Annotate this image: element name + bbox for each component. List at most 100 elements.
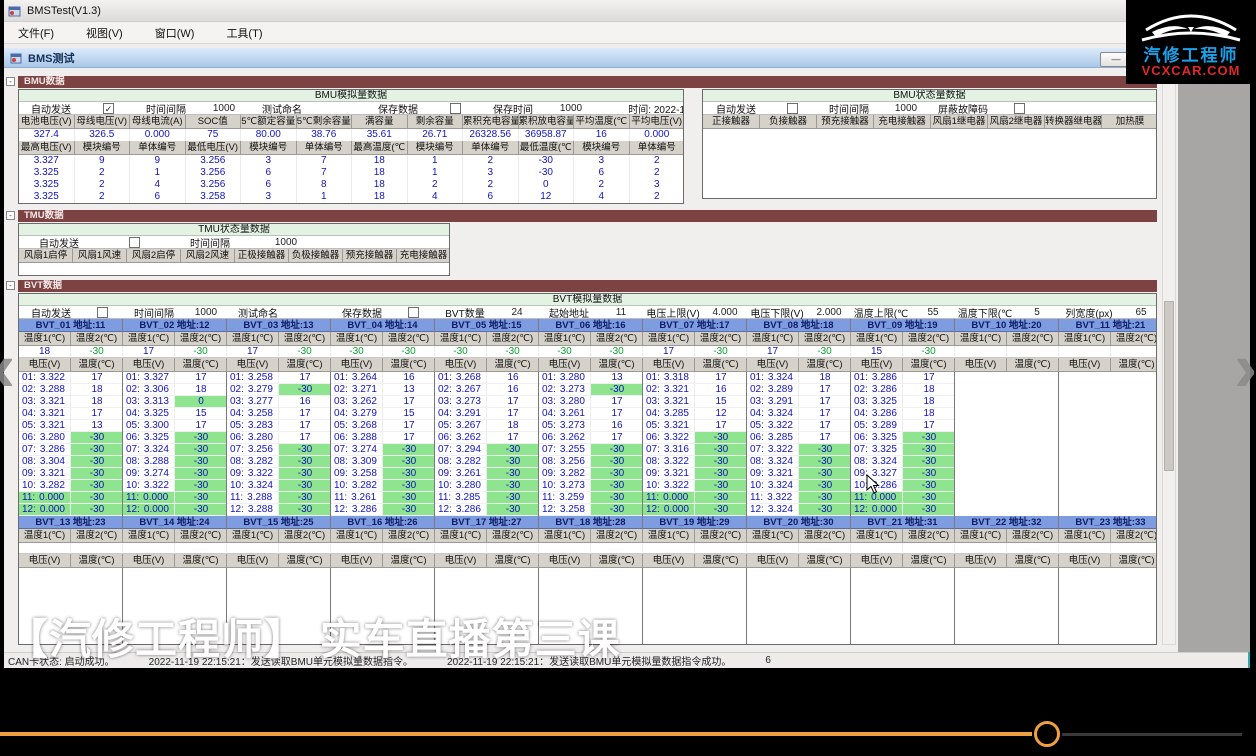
control-value[interactable]: 1000: [250, 237, 322, 248]
collapse-icon[interactable]: -: [6, 77, 15, 86]
bvt-column-header[interactable]: BVT_15 地址:25: [227, 516, 330, 529]
column-header: 电压(V): [643, 358, 695, 372]
bvt-column-header[interactable]: BVT_13 地址:23: [19, 516, 122, 529]
voltage-cell: 07:3.324: [123, 444, 175, 455]
bvt-column-header[interactable]: BVT_11 地址:21: [1059, 319, 1156, 332]
checkbox-checked[interactable]: ✓: [103, 103, 114, 114]
temp-cell: 17: [695, 420, 746, 431]
control-value[interactable]: 11: [601, 307, 641, 318]
bvt-column-header[interactable]: BVT_19 地址:29: [643, 516, 746, 529]
temp-cell: -30: [71, 504, 122, 515]
table-row: 09:3.321-30: [643, 468, 746, 480]
column-header: 电压(V): [435, 554, 487, 568]
column-header: 转换器继电器: [1045, 115, 1102, 129]
value-cell: 18: [352, 179, 408, 191]
checkbox[interactable]: [97, 307, 108, 318]
bmu-status-table: BMU状态量数据 自动发送时间间隔1000屏蔽故障码 正接触器负接触器预充接触器…: [702, 89, 1157, 199]
bvt-column-header[interactable]: BVT_02 地址:12: [123, 319, 226, 332]
vertical-scrollbar[interactable]: [1162, 76, 1176, 645]
menu-window[interactable]: 窗口(W): [151, 23, 199, 43]
temp-cell: -30: [383, 456, 434, 467]
voltage-value: 3.274: [144, 468, 169, 479]
column-header: 加热膜: [1102, 115, 1157, 129]
bvt-temp-summary-row: [643, 543, 746, 554]
table-row: 10:3.322-30: [123, 480, 226, 492]
bvt-column-header[interactable]: BVT_18 地址:28: [539, 516, 642, 529]
tmu-panel-header[interactable]: TMU数据: [18, 210, 1157, 222]
collapse-icon[interactable]: -: [6, 211, 15, 220]
control-value[interactable]: 55: [913, 307, 953, 318]
column-header: 温度1(℃): [227, 529, 279, 543]
column-header: 模块编号: [408, 141, 464, 155]
voltage-cell: 06:3.322: [643, 432, 695, 443]
menu-tools[interactable]: 工具(T): [222, 23, 266, 43]
progress-bar-filled[interactable]: [0, 732, 1032, 736]
column-header: 电压(V): [955, 554, 1007, 568]
chevron-right-icon[interactable]: ›: [1234, 332, 1256, 402]
table-row: 11:3.259-30: [539, 492, 642, 504]
checkbox[interactable]: [408, 307, 419, 318]
bvt-column-header[interactable]: BVT_08 地址:18: [747, 319, 850, 332]
chevron-left-icon[interactable]: ‹: [0, 332, 15, 402]
bvt-column-header[interactable]: BVT_20 地址:30: [747, 516, 850, 529]
bvt-temp-summary-row: [955, 346, 1058, 358]
scrollbar-thumb[interactable]: [1164, 301, 1174, 471]
checkbox[interactable]: [129, 237, 140, 248]
control-value[interactable]: 1000: [882, 103, 930, 114]
collapse-icon[interactable]: -: [6, 281, 15, 290]
control-value[interactable]: 1000: [186, 307, 226, 318]
checkbox[interactable]: [1014, 103, 1025, 114]
voltage-cell: 03:3.325: [851, 396, 903, 407]
cell-index: 10:: [126, 480, 140, 491]
bvt-column-header[interactable]: BVT_03 地址:13: [227, 319, 330, 332]
bvt-column-header[interactable]: BVT_10 地址:20: [955, 319, 1058, 332]
voltage-value: 3.322: [664, 456, 689, 467]
bvt-column-header[interactable]: BVT_22 地址:32: [955, 516, 1058, 529]
bvt-column-header[interactable]: BVT_04 地址:14: [331, 319, 434, 332]
channel-logo: 汽修工程师 VCXCAR.COM: [1126, 0, 1256, 84]
voltage-value: 3.261: [456, 468, 481, 479]
progress-handle[interactable]: [1034, 721, 1060, 747]
control-value[interactable]: 4.000: [705, 307, 745, 318]
voltage-cell: 04:3.291: [435, 408, 487, 419]
menu-file[interactable]: 文件(F): [14, 23, 58, 43]
checkbox[interactable]: [787, 103, 798, 114]
control-label: 自动发送: [19, 305, 83, 320]
control-label: 起始地址: [537, 305, 601, 320]
table-row: 04:3.28618: [851, 408, 954, 420]
bvt-column-header[interactable]: BVT_01 地址:11: [19, 319, 122, 332]
bmu-summary-header-row: 电池电压(V)母线电压(V)母线电流(A)SOC值5℃额定容量5℃剩余容量满容量…: [19, 115, 683, 129]
control-value[interactable]: 24: [497, 307, 537, 318]
bvt-column: BVT_23 地址:33温度1(℃)温度2(℃)电压(V)温度(℃): [1059, 516, 1156, 645]
bvt-column-header[interactable]: BVT_09 地址:19: [851, 319, 954, 332]
bvt-panel-header[interactable]: BVT数据: [18, 280, 1157, 292]
control-value[interactable]: 1000: [198, 103, 250, 114]
value-cell: 6: [241, 179, 297, 191]
bvt-column-header[interactable]: BVT_05 地址:15: [435, 319, 538, 332]
bvt-subheader-row: 温度1(℃)温度2(℃): [435, 529, 538, 543]
bvt-column-header[interactable]: BVT_16 地址:26: [331, 516, 434, 529]
checkbox[interactable]: [450, 103, 461, 114]
cell-index: 12:: [126, 504, 140, 515]
voltage-value: 3.280: [248, 432, 273, 443]
menu-view[interactable]: 视图(V): [82, 23, 127, 43]
bmu-panel-header[interactable]: BMU数据: [18, 76, 1157, 88]
control-value[interactable]: 2.000: [809, 307, 849, 318]
bvt-column-header[interactable]: BVT_07 地址:17: [643, 319, 746, 332]
control-value[interactable]: 65: [1121, 307, 1157, 318]
cell-index: 02:: [854, 384, 868, 395]
bvt-column-header[interactable]: BVT_17 地址:27: [435, 516, 538, 529]
value-cell: 1: [408, 155, 464, 167]
bvt-column-header[interactable]: BVT_21 地址:31: [851, 516, 954, 529]
temp-cell: 0: [175, 396, 226, 407]
column-header: 预充接触器: [817, 115, 874, 129]
bvt-column-header[interactable]: BVT_06 地址:16: [539, 319, 642, 332]
control-value[interactable]: 5: [1017, 307, 1057, 318]
column-header: 温度2(℃): [383, 332, 435, 346]
bvt-column-header[interactable]: BVT_14 地址:24: [123, 516, 226, 529]
cell-index: 07:: [854, 444, 868, 455]
voltage-cell: 06:3.285: [747, 432, 799, 443]
progress-bar-remaining[interactable]: [1062, 733, 1242, 736]
control-value[interactable]: 1000: [545, 103, 597, 114]
bvt-column-header[interactable]: BVT_23 地址:33: [1059, 516, 1156, 529]
